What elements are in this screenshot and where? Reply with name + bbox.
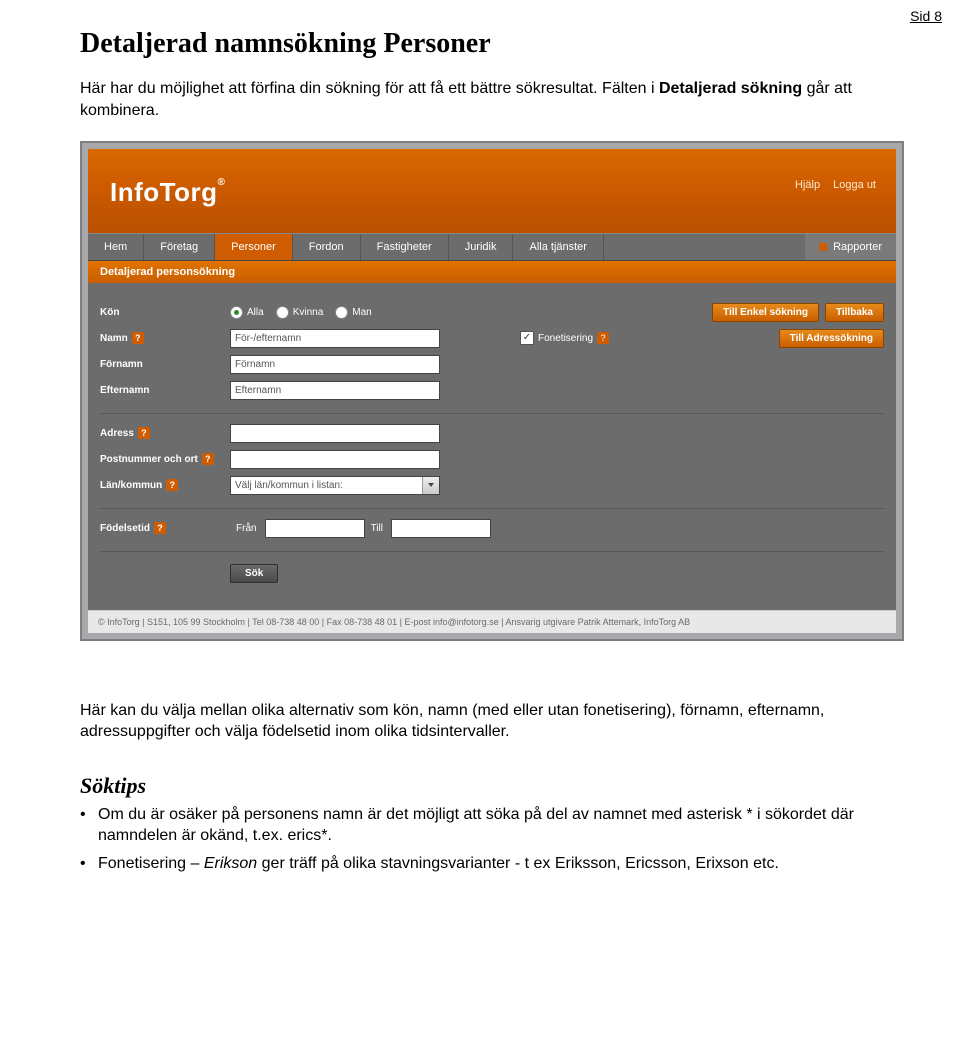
label-fodelsetid: Födelsetid?	[100, 522, 230, 534]
panel-title: Detaljerad personsökning	[88, 261, 896, 283]
after-image-paragraph: Här kan du välja mellan olika alternativ…	[80, 701, 900, 743]
bullet-icon: •	[80, 854, 98, 875]
top-links: Hjälp Logga ut	[785, 179, 876, 191]
bullet-2-after: ger träff på olika stavningsvarianter - …	[257, 855, 779, 872]
help-icon[interactable]: ?	[132, 332, 144, 344]
page-number: Sid 8	[910, 8, 942, 24]
help-link[interactable]: Hjälp	[795, 179, 820, 191]
fornamn-input[interactable]: Förnamn	[230, 355, 440, 374]
radio-kvinna[interactable]: Kvinna	[276, 306, 324, 319]
intro-text-before: Här har du möjlighet att förfina din sök…	[80, 80, 659, 97]
bullet-1: Om du är osäker på personens namn är det…	[98, 805, 900, 847]
label-fornamn: Förnamn	[100, 359, 230, 370]
help-icon[interactable]: ?	[154, 522, 166, 534]
radio-man-label: Man	[352, 307, 371, 318]
tillbaka-button[interactable]: Tillbaka	[825, 303, 884, 322]
fran-input[interactable]	[265, 519, 365, 538]
page-title: Detaljerad namnsökning Personer	[80, 28, 900, 60]
bullet-icon: •	[80, 805, 98, 847]
soktips-list: • Om du är osäker på personens namn är d…	[80, 805, 900, 875]
postnummer-input[interactable]	[230, 450, 440, 469]
logo: InfoTorg®	[110, 177, 225, 208]
nav-hem[interactable]: Hem	[88, 234, 144, 260]
lan-select[interactable]: Välj län/kommun i listan:	[230, 476, 440, 495]
label-kon: Kön	[100, 307, 230, 318]
help-icon[interactable]: ?	[597, 332, 609, 344]
label-postnummer: Postnummer och ort?	[100, 453, 230, 465]
app-screenshot: InfoTorg® Hjälp Logga ut Hem Företag Per…	[80, 141, 904, 641]
till-enkel-button[interactable]: Till Enkel sökning	[712, 303, 819, 322]
nav-fastigheter[interactable]: Fastigheter	[361, 234, 449, 260]
till-adress-button[interactable]: Till Adressökning	[779, 329, 884, 348]
search-form: Kön Alla Kvinna Man Till Enkel sökning T…	[88, 283, 896, 610]
nav-rapporter[interactable]: Rapporter	[805, 234, 896, 260]
bullet-2-before: Fonetisering –	[98, 855, 204, 872]
label-namn: Namn?	[100, 332, 230, 344]
app-banner: InfoTorg® Hjälp Logga ut	[88, 149, 896, 233]
till-input[interactable]	[391, 519, 491, 538]
radio-man[interactable]: Man	[335, 306, 371, 319]
label-lan: Län/kommun?	[100, 479, 230, 491]
fonetisering-checkbox[interactable]	[520, 331, 534, 345]
logout-link[interactable]: Logga ut	[833, 179, 876, 191]
help-icon[interactable]: ?	[166, 479, 178, 491]
logo-text: InfoTorg	[110, 177, 217, 207]
help-icon[interactable]: ?	[138, 427, 150, 439]
radio-alla-label: Alla	[247, 307, 264, 318]
efternamn-input[interactable]: Efternamn	[230, 381, 440, 400]
nav-juridik[interactable]: Juridik	[449, 234, 514, 260]
label-efternamn: Efternamn	[100, 385, 230, 396]
label-till: Till	[371, 523, 383, 534]
help-icon[interactable]: ?	[202, 453, 214, 465]
main-nav: Hem Företag Personer Fordon Fastigheter …	[88, 233, 896, 261]
chevron-down-icon	[422, 477, 439, 494]
adress-input[interactable]	[230, 424, 440, 443]
bullet-2-italic: Erikson	[204, 855, 257, 872]
radio-kvinna-label: Kvinna	[293, 307, 324, 318]
nav-alla-tjanster[interactable]: Alla tjänster	[513, 234, 603, 260]
sok-button[interactable]: Sök	[230, 564, 278, 583]
bullet-2: Fonetisering – Erikson ger träff på olik…	[98, 854, 900, 875]
nav-fordon[interactable]: Fordon	[293, 234, 361, 260]
label-adress: Adress?	[100, 427, 230, 439]
nav-personer[interactable]: Personer	[215, 234, 293, 260]
intro-text-bold: Detaljerad sökning	[659, 80, 802, 97]
lan-select-value: Välj län/kommun i listan:	[235, 480, 343, 491]
fonetisering-label: Fonetisering	[538, 333, 593, 344]
intro-paragraph: Här har du möjlighet att förfina din sök…	[80, 78, 900, 121]
app-footer: © InfoTorg | S151, 105 99 Stockholm | Te…	[88, 610, 896, 633]
soktips-heading: Söktips	[80, 773, 900, 799]
label-fran: Från	[236, 523, 257, 534]
radio-alla[interactable]: Alla	[230, 306, 264, 319]
nav-foretag[interactable]: Företag	[144, 234, 215, 260]
namn-input[interactable]: För-/efternamn	[230, 329, 440, 348]
